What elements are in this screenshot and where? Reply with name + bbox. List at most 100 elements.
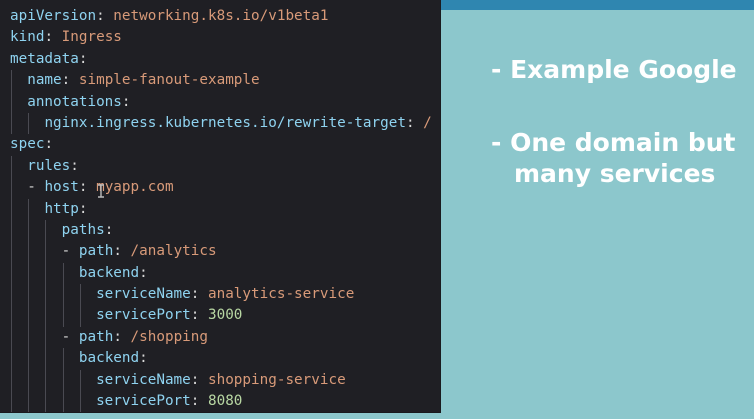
indent-guide xyxy=(11,219,12,242)
yaml-value: simple-fanout-example xyxy=(78,72,260,89)
yaml-separator: : xyxy=(190,393,208,410)
yaml-key: serviceName xyxy=(96,371,191,388)
yaml-key: backend xyxy=(78,264,140,281)
indent-guide xyxy=(28,326,30,349)
code-line: backend: xyxy=(10,262,432,285)
indent-guide xyxy=(62,391,64,413)
indent-guide xyxy=(79,305,81,327)
yaml-separator: : xyxy=(405,114,424,131)
yaml-separator: : xyxy=(78,50,88,67)
indent-guide xyxy=(45,262,47,285)
yaml-separator: : xyxy=(121,93,131,110)
yaml-key: kind xyxy=(10,29,45,46)
indent-guide xyxy=(28,284,30,306)
code-line: servicePort: 8080 xyxy=(10,391,432,413)
indent-guide xyxy=(28,262,30,285)
indent-guide xyxy=(11,284,12,306)
indent-guide xyxy=(11,369,12,392)
yaml-key: name xyxy=(27,72,62,89)
slide-bullet-one-domain: - One domain but xyxy=(491,128,736,157)
code-line: serviceName: analytics-service xyxy=(10,284,432,306)
yaml-value: 8080 xyxy=(207,393,243,410)
code-line: kind: Ingress xyxy=(10,27,432,48)
indent-guide xyxy=(11,70,12,92)
indent-guide xyxy=(62,305,64,327)
indent-guide xyxy=(11,155,12,178)
yaml-separator: : xyxy=(78,200,88,217)
yaml-key: path xyxy=(78,243,114,260)
yaml-value: 3000 xyxy=(207,307,243,324)
yaml-value: networking.k8s.io/v1beta1 xyxy=(113,8,329,24)
indent-guide xyxy=(45,348,47,370)
indent-guide xyxy=(62,369,64,392)
code-line: nginx.ingress.kubernetes.io/rewrite-targ… xyxy=(10,112,432,135)
yaml-separator: : xyxy=(44,29,62,46)
indent-guide xyxy=(28,391,30,413)
yaml-separator: : xyxy=(190,371,208,388)
indent-guide xyxy=(11,112,12,135)
indent-guide xyxy=(79,391,81,413)
indent-guide xyxy=(28,348,30,370)
yaml-value: Ingress xyxy=(61,29,122,46)
indent-guide xyxy=(11,91,12,113)
indent-guide xyxy=(45,326,47,349)
yaml-value: / xyxy=(423,114,432,131)
yaml-key: paths xyxy=(61,221,105,238)
code-line: annotations: xyxy=(10,91,432,113)
yaml-separator: : xyxy=(139,264,148,281)
yaml-separator: : xyxy=(139,350,148,367)
indent-guide xyxy=(11,348,12,370)
yaml-value: shopping-service xyxy=(207,371,346,388)
indent-guide xyxy=(79,284,81,306)
yaml-key: metadata xyxy=(10,50,79,67)
indent-guide xyxy=(28,369,30,392)
indent-guide xyxy=(28,198,30,220)
indent-guide xyxy=(45,369,47,392)
indent-guide xyxy=(11,391,12,413)
yaml-key: nginx.ingress.kubernetes.io/rewrite-targ… xyxy=(44,114,406,131)
indent-guide xyxy=(62,348,64,370)
yaml-separator: : xyxy=(113,328,131,345)
indent-guide xyxy=(62,262,64,285)
list-dash: - xyxy=(27,179,45,196)
indent-guide xyxy=(45,284,47,306)
code-line: rules: xyxy=(10,155,432,178)
slide-bullet-example-google: - Example Google xyxy=(491,55,737,84)
yaml-key: http xyxy=(44,200,79,217)
indent-guide xyxy=(62,284,64,306)
code-line: servicePort: 3000 xyxy=(10,305,432,327)
indent-guide xyxy=(28,305,30,327)
yaml-separator: : xyxy=(113,243,131,260)
indent-guide xyxy=(79,369,81,392)
indent-guide xyxy=(11,241,12,263)
code-line: backend: xyxy=(10,348,432,370)
yaml-separator: : xyxy=(190,286,208,303)
yaml-separator: : xyxy=(104,221,114,238)
text-cursor-icon xyxy=(98,184,104,198)
code-line: paths: xyxy=(10,219,432,242)
indent-guide xyxy=(11,262,12,285)
indent-guide xyxy=(45,219,47,242)
indent-guide xyxy=(28,241,30,263)
list-dash: - xyxy=(61,243,79,260)
indent-guide xyxy=(11,198,12,220)
indent-guide xyxy=(45,391,47,413)
yaml-value: analytics-service xyxy=(207,286,355,303)
indent-guide xyxy=(11,326,12,349)
code-line: spec: xyxy=(10,134,432,155)
indent-guide xyxy=(11,305,12,327)
yaml-separator: : xyxy=(190,307,208,324)
code-line: http: xyxy=(10,198,432,220)
code-line: - path: /analytics xyxy=(10,241,432,263)
code-editor-panel: apiVersion: networking.k8s.io/v1beta1 kin… xyxy=(0,0,440,413)
yaml-separator: : xyxy=(96,8,114,24)
yaml-key: backend xyxy=(78,350,140,367)
yaml-key: spec xyxy=(10,136,45,153)
yaml-separator: : xyxy=(78,179,97,196)
yaml-key: servicePort xyxy=(96,393,191,410)
list-dash: - xyxy=(61,328,79,345)
yaml-key: serviceName xyxy=(96,286,191,303)
code-line: name: simple-fanout-example xyxy=(10,70,432,92)
indent-guide xyxy=(11,177,12,199)
yaml-value: /shopping xyxy=(130,328,208,345)
